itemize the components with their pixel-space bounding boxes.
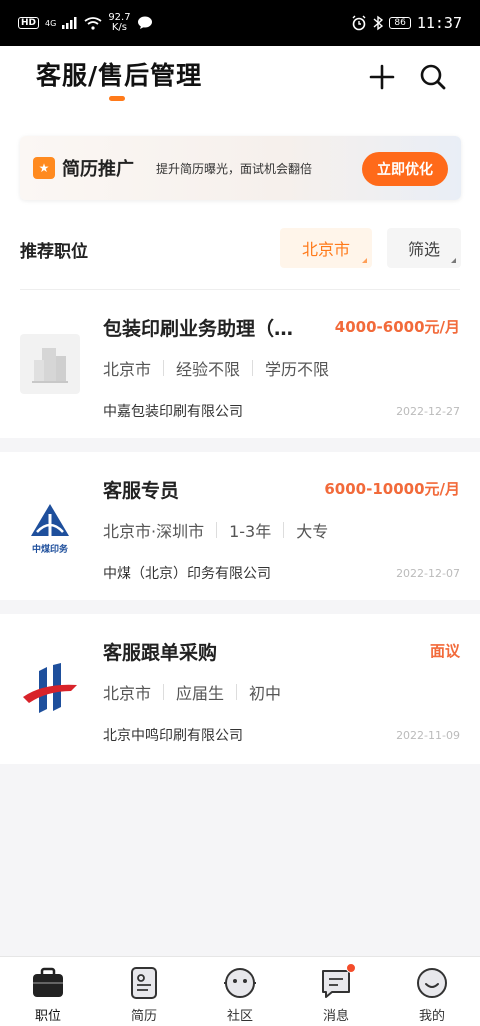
job-tags: 北京市 经验不限 学历不限: [103, 356, 329, 380]
job-card[interactable]: 包装印刷业务助理（… 4000-6000元/月 北京市 经验不限 学历不限 中嘉…: [0, 290, 480, 438]
filter-label: 筛选: [407, 240, 440, 259]
job-tag: 应届生: [176, 684, 225, 703]
post-date: 2022-12-27: [396, 405, 460, 418]
briefcase-icon: [30, 965, 66, 1001]
search-icon: [420, 64, 446, 90]
profile-icon: [414, 965, 450, 1001]
city-filter-label: 北京市: [301, 240, 350, 259]
network-indicator: 4G: [45, 18, 57, 28]
corner-triangle-icon: [362, 258, 367, 263]
optimize-now-button[interactable]: 立即优化: [362, 152, 448, 186]
main-content: ★ 简历推广 提升简历曝光，面试机会翻倍 立即优化 推荐职位 北京市 筛选 包装…: [0, 130, 480, 956]
nav-label: 简历: [130, 1009, 157, 1024]
building-placeholder-icon: [32, 348, 68, 383]
company-logo: 中煤印务: [20, 498, 80, 558]
signal-icon: [62, 17, 77, 29]
job-card[interactable]: 客服跟单采购 面议 北京市 应届生 初中 北京中鸣印刷有限公司 2022-11-…: [0, 614, 480, 764]
wifi-icon: [84, 16, 102, 30]
status-bar: HD 4G 92.7 K/s 86 11:37: [0, 0, 480, 46]
zhongming-logo: [23, 663, 77, 713]
nav-label: 我的: [418, 1009, 445, 1024]
job-tag: 大专: [296, 522, 329, 541]
job-title: 客服专员: [103, 480, 180, 502]
nav-item-community[interactable]: 社区: [192, 957, 288, 1026]
job-tag: 1-3年: [229, 522, 272, 541]
job-tag: 初中: [249, 684, 282, 703]
job-salary: 4000-6000元/月: [334, 318, 460, 336]
zhongmei-logo: [31, 503, 69, 536]
nav-item-resume[interactable]: 简历: [96, 957, 192, 1026]
add-button[interactable]: [365, 60, 399, 94]
card-separator: [0, 600, 480, 614]
company-logo: [20, 660, 80, 720]
post-date: 2022-11-09: [396, 729, 460, 742]
nav-item-messages[interactable]: 消息: [288, 957, 384, 1026]
section-title: 推荐职位: [20, 242, 88, 262]
corner-triangle-icon: [451, 258, 456, 263]
speed-unit: K/s: [111, 22, 128, 33]
company-logo: [20, 334, 80, 394]
battery-indicator: 86: [389, 17, 411, 29]
message-icon: [318, 963, 356, 1001]
search-button[interactable]: [416, 60, 450, 94]
resume-icon: [126, 965, 162, 1001]
page-header: 客服/售后管理: [0, 46, 480, 130]
hd-indicator: HD: [18, 17, 40, 29]
tag-separator: [163, 684, 165, 700]
nav-label: 消息: [322, 1009, 349, 1024]
alarm-icon: [352, 15, 366, 31]
filter-button[interactable]: 筛选: [387, 228, 461, 268]
tag-separator: [163, 360, 165, 376]
tag-separator: [236, 684, 238, 700]
community-icon: [222, 965, 258, 1001]
star-resume-icon: ★: [33, 157, 55, 179]
job-tag: 北京市: [103, 360, 152, 379]
job-salary: 6000-10000元/月: [324, 480, 460, 498]
job-salary: 面议: [429, 642, 460, 660]
tag-separator: [283, 522, 285, 538]
unread-badge: [346, 963, 356, 973]
title-underline: [109, 96, 125, 101]
network-speed: 92.7 K/s: [108, 13, 130, 33]
page-title: 客服/售后管理: [36, 61, 203, 90]
job-tag: 学历不限: [265, 360, 330, 379]
resume-promotion-banner[interactable]: ★ 简历推广 提升简历曝光，面试机会翻倍 立即优化: [20, 136, 461, 200]
job-tag: 北京市: [103, 684, 152, 703]
nav-label: 社区: [226, 1009, 253, 1024]
job-title: 包装印刷业务助理（…: [103, 318, 294, 340]
company-name: 中煤（北京）印务有限公司: [103, 566, 271, 582]
empty-area: [0, 764, 480, 956]
nav-item-jobs[interactable]: 职位: [0, 957, 96, 1026]
job-tags: 北京市·深圳市 1-3年 大专: [103, 518, 328, 542]
nav-label: 职位: [34, 1009, 61, 1024]
bottom-navigation: 职位 简历 社区 消息 我的: [0, 956, 480, 1026]
card-separator: [0, 438, 480, 452]
city-filter-button[interactable]: 北京市: [280, 228, 372, 268]
tag-separator: [252, 360, 254, 376]
clock: 11:37: [416, 14, 462, 32]
company-name: 中嘉包装印刷有限公司: [103, 404, 243, 420]
plus-icon: [369, 64, 395, 90]
bluetooth-icon: [373, 15, 384, 31]
zhongmei-logo-text: 中煤印务: [31, 544, 68, 555]
job-tag: 北京市·深圳市: [103, 522, 205, 541]
chat-bubble-icon: [137, 16, 152, 29]
banner-description: 提升简历曝光，面试机会翻倍: [156, 162, 313, 176]
job-tag: 经验不限: [176, 360, 241, 379]
company-name: 北京中鸣印刷有限公司: [103, 728, 243, 744]
tag-separator: [216, 522, 218, 538]
job-title: 客服跟单采购: [103, 642, 218, 664]
job-tags: 北京市 应届生 初中: [103, 680, 281, 704]
banner-title: 简历推广: [62, 159, 134, 180]
job-card[interactable]: 中煤印务 客服专员 6000-10000元/月 北京市·深圳市 1-3年 大专 …: [0, 452, 480, 600]
nav-item-profile[interactable]: 我的: [384, 957, 480, 1026]
post-date: 2022-12-07: [396, 567, 460, 580]
